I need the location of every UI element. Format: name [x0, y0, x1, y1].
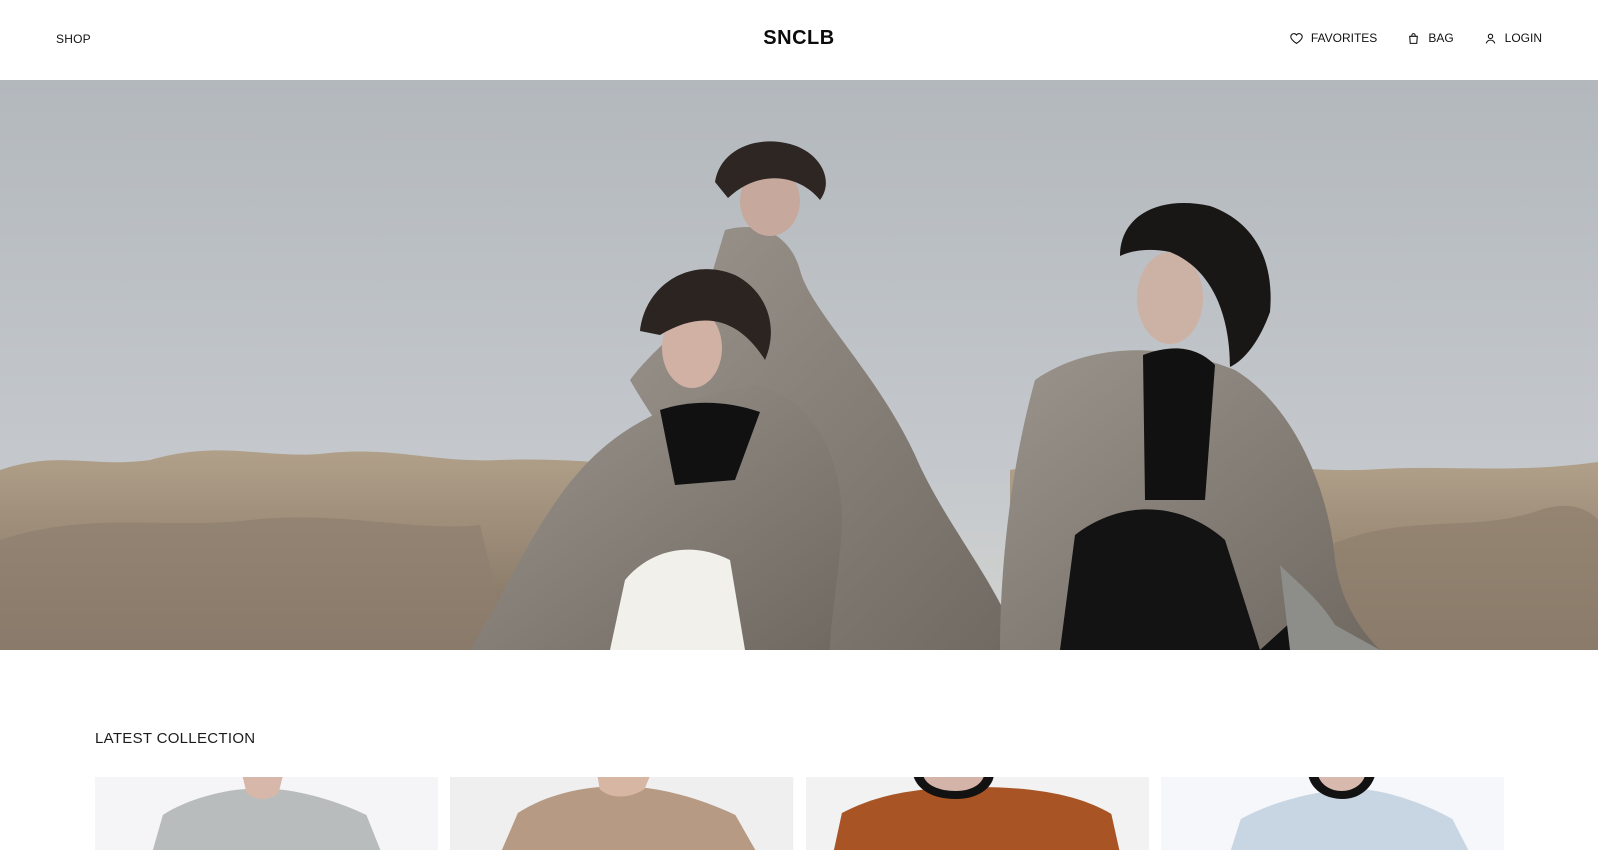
favorites-link[interactable]: FAVORITES [1290, 31, 1377, 45]
light-blue-tshirt-image [1160, 777, 1504, 850]
account-navigation: FAVORITES BAG LOGIN [1290, 31, 1542, 45]
latest-collection-title: LATEST COLLECTION [95, 730, 256, 747]
product-card-light-blue-tee[interactable] [1160, 777, 1504, 850]
shop-link[interactable]: SHOP [56, 32, 91, 46]
product-card-tan-tee[interactable] [450, 777, 794, 850]
user-icon [1485, 33, 1495, 44]
heart-icon [1290, 32, 1303, 44]
product-card-gray-tee[interactable] [95, 777, 439, 850]
brand-logo[interactable]: SNCLB [763, 27, 834, 50]
rust-tshirt-image [805, 777, 1149, 850]
tan-tshirt-image [450, 777, 794, 850]
shopping-bag-icon [1409, 32, 1419, 44]
product-grid [95, 777, 1504, 850]
hero-banner [0, 80, 1598, 650]
top-navigation: SHOP SNCLB FAVORITES BAG LOGIN [0, 0, 1598, 80]
hero-fashion-image [0, 80, 1598, 650]
gray-tshirt-image [95, 777, 439, 850]
bag-label: BAG [1428, 31, 1454, 45]
login-label: LOGIN [1504, 31, 1542, 45]
favorites-label: FAVORITES [1310, 31, 1378, 45]
product-card-rust-tee[interactable] [805, 777, 1149, 850]
login-link[interactable]: LOGIN [1484, 31, 1542, 45]
bag-link[interactable]: BAG [1407, 31, 1454, 45]
